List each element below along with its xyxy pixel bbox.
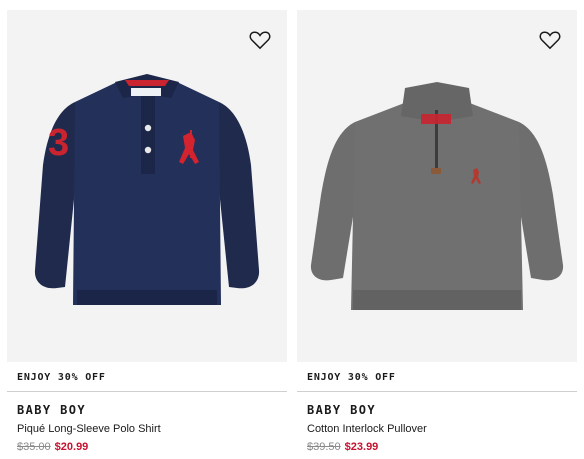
- polo-shirt-image: 3: [34, 74, 260, 305]
- promo-label: ENJOY 30% OFF: [17, 372, 106, 383]
- svg-text:3: 3: [48, 122, 69, 164]
- product-name[interactable]: Cotton Interlock Pullover: [307, 423, 427, 435]
- heart-outline-icon[interactable]: [249, 30, 271, 50]
- product-name[interactable]: Piqué Long-Sleeve Polo Shirt: [17, 423, 161, 435]
- product-image-polo[interactable]: 3: [7, 10, 287, 362]
- price-row: $35.00 $20.99: [17, 441, 88, 453]
- product-brand: BABY BOY: [17, 403, 86, 417]
- sale-price: $20.99: [54, 441, 89, 453]
- product-image-pullover[interactable]: [297, 10, 577, 362]
- promo-label: ENJOY 30% OFF: [307, 372, 396, 383]
- product-brand: BABY BOY: [307, 403, 376, 417]
- product-card-polo[interactable]: 3 ENJOY 30% OFF BABY BOY Piqué Long-Slee…: [7, 10, 287, 459]
- pullover-image: [310, 82, 564, 310]
- heart-outline-icon[interactable]: [539, 30, 561, 50]
- product-card-pullover[interactable]: ENJOY 30% OFF BABY BOY Cotton Interlock …: [297, 10, 577, 459]
- sale-price: $23.99: [344, 441, 379, 453]
- original-price: $35.00: [17, 441, 51, 453]
- price-row: $39.50 $23.99: [307, 441, 378, 453]
- divider: [7, 391, 287, 392]
- divider: [297, 391, 577, 392]
- original-price: $39.50: [307, 441, 341, 453]
